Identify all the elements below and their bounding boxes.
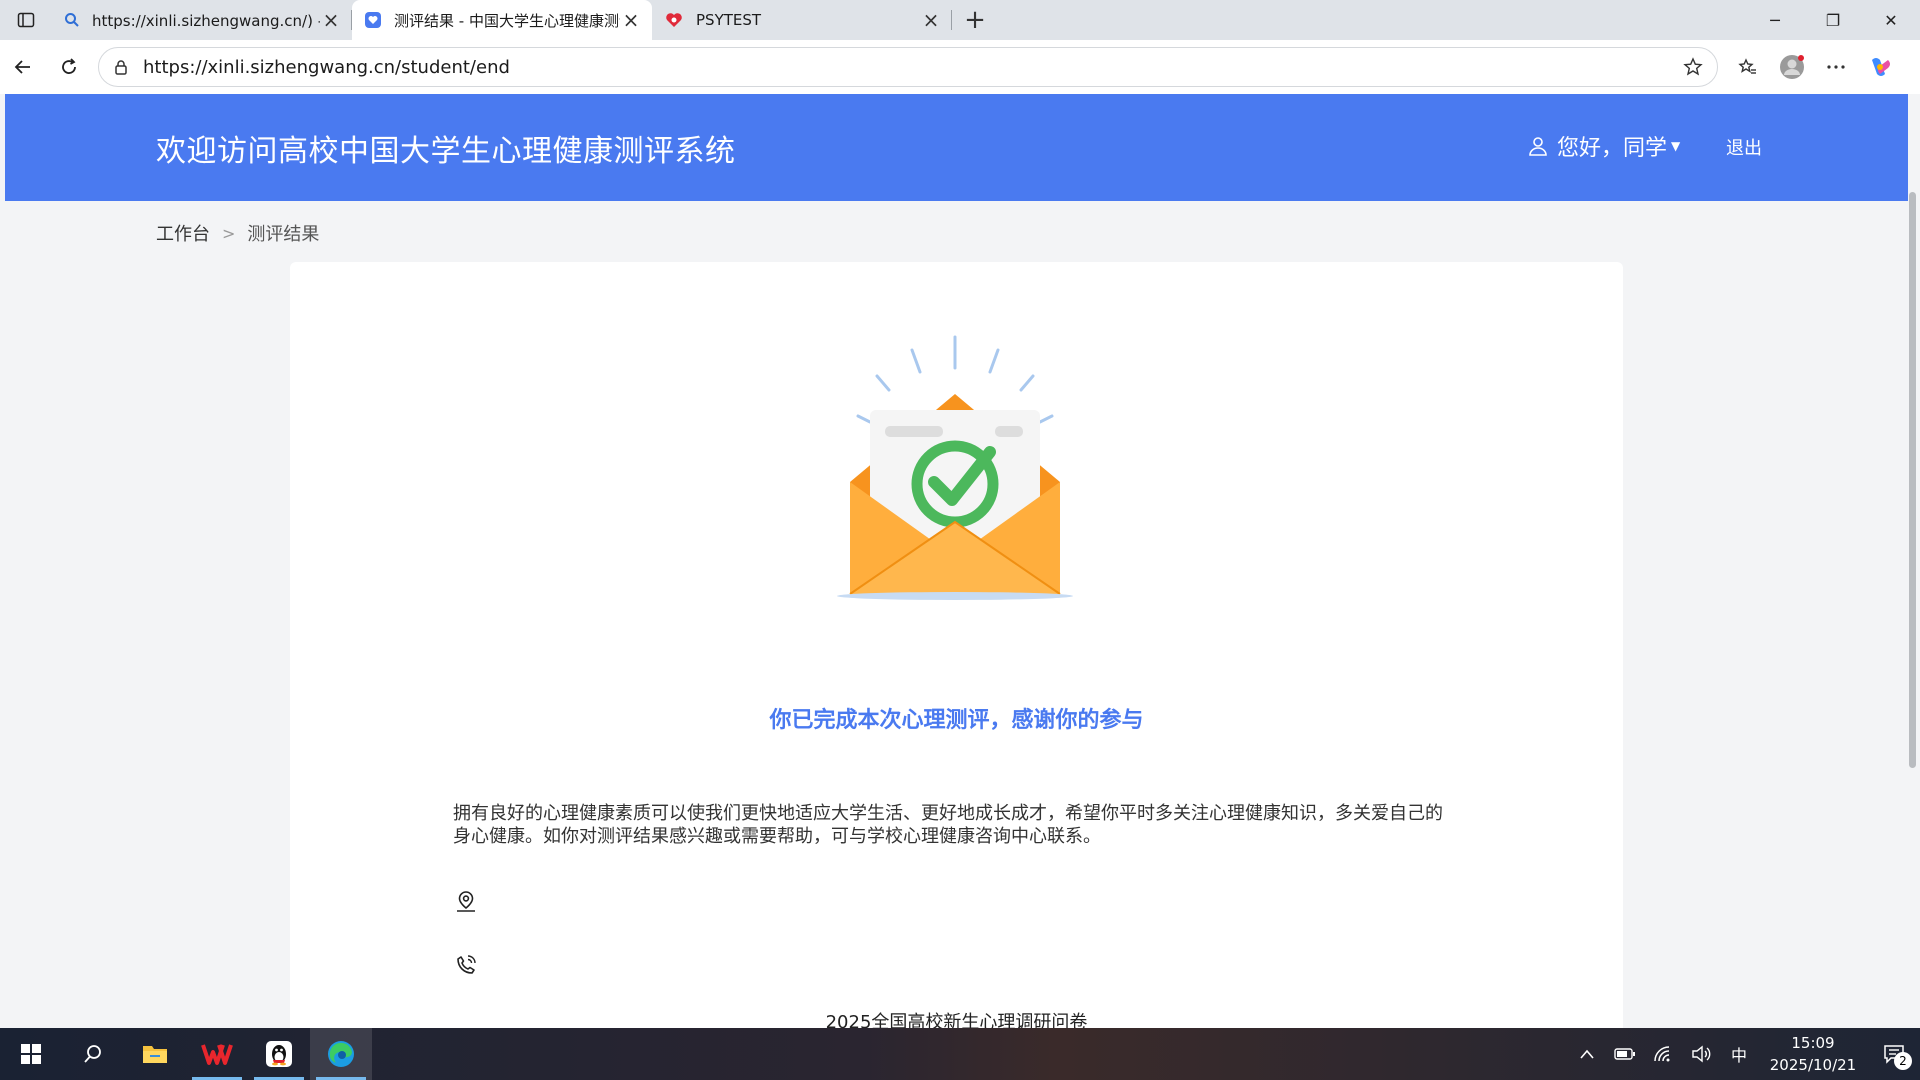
site-header: 欢迎访问高校中国大学生心理健康测评系统 您好，同学 ▼ 退出 <box>5 94 1908 201</box>
tab-panel-icon <box>17 12 35 28</box>
result-card: 你已完成本次心理测评，感谢你的参与 拥有良好的心理健康素质可以使我们更快地适应大… <box>290 262 1623 1028</box>
search-icon <box>65 13 79 27</box>
taskbar-clock[interactable]: 15:09 2025/10/21 <box>1758 1032 1868 1076</box>
breadcrumb-separator: > <box>222 223 236 243</box>
refresh-button[interactable] <box>46 44 92 90</box>
chevron-up-icon <box>1580 1049 1594 1059</box>
show-hidden-icons-button[interactable] <box>1568 1028 1606 1080</box>
tab-search[interactable]: https://xinli.sizhengwang.cn/) - 搜索 × <box>52 0 352 40</box>
minimize-button[interactable]: ─ <box>1746 0 1804 40</box>
battery-button[interactable] <box>1606 1028 1644 1080</box>
system-tray: 中 15:09 2025/10/21 2 <box>1568 1028 1920 1080</box>
address-url[interactable]: https://xinli.sizhengwang.cn/student/end <box>143 57 1683 78</box>
caret-down-icon[interactable]: ▼ <box>1671 139 1680 153</box>
tab-actions-button[interactable] <box>0 0 52 40</box>
back-button[interactable] <box>0 44 46 90</box>
start-button[interactable] <box>0 1028 62 1080</box>
tab-title: 测评结果 - 中国大学生心理健康测评系统 <box>394 11 620 30</box>
file-explorer-button[interactable] <box>124 1028 186 1080</box>
windows-taskbar: 中 15:09 2025/10/21 2 <box>0 1028 1920 1080</box>
refresh-icon <box>62 58 76 74</box>
location-icon <box>457 891 475 912</box>
window-controls: ─ ❐ ✕ <box>1746 0 1920 40</box>
breadcrumb-current: 测评结果 <box>247 224 320 245</box>
copilot-button[interactable] <box>1858 45 1902 89</box>
star-icon[interactable] <box>1683 57 1703 77</box>
windows-logo-icon <box>21 1044 41 1064</box>
user-icon <box>1529 137 1547 156</box>
notification-badge: 2 <box>1894 1052 1912 1070</box>
close-icon[interactable]: × <box>920 8 942 32</box>
clock-date: 2025/10/21 <box>1769 1056 1857 1074</box>
lock-icon[interactable] <box>113 59 129 75</box>
close-icon[interactable]: × <box>320 8 342 32</box>
breadcrumb: 工作台 > 测评结果 <box>156 220 319 246</box>
close-window-button[interactable]: ✕ <box>1862 0 1920 40</box>
edge-browser-button[interactable] <box>310 1028 372 1080</box>
wps-logo-icon <box>201 1044 233 1065</box>
more-options-button[interactable] <box>1814 45 1858 89</box>
speaker-icon <box>1692 1045 1711 1063</box>
battery-icon <box>1614 1048 1635 1060</box>
user-greeting[interactable]: 您好，同学 <box>1557 130 1667 162</box>
site-title: 欢迎访问高校中国大学生心理健康测评系统 <box>156 134 736 169</box>
search-icon <box>84 1045 101 1063</box>
browser-tools <box>1726 45 1902 89</box>
copilot-icon <box>1872 58 1890 76</box>
tab-title: PSYTEST <box>696 11 762 29</box>
restore-button[interactable]: ❐ <box>1804 0 1862 40</box>
tab-title: https://xinli.sizhengwang.cn/) - 搜索 <box>92 11 320 30</box>
tab-psytest[interactable]: PSYTEST × <box>652 0 952 40</box>
page-viewport: 欢迎访问高校中国大学生心理健康测评系统 您好，同学 ▼ 退出 工作台 > 测评结… <box>0 94 1920 1028</box>
wifi-icon <box>1654 1046 1670 1062</box>
qq-button[interactable] <box>248 1028 310 1080</box>
clock-time: 15:09 <box>1791 1034 1835 1052</box>
phone-icon <box>457 955 476 974</box>
address-bar[interactable]: https://xinli.sizhengwang.cn/student/end <box>98 47 1718 87</box>
notification-center-button[interactable]: 2 <box>1868 1028 1920 1080</box>
page-scrollbar[interactable] <box>1909 192 1916 768</box>
user-menu[interactable]: 您好，同学 ▼ <box>1527 130 1680 162</box>
edge-logo-icon <box>328 1041 354 1067</box>
profile-button[interactable] <box>1770 45 1814 89</box>
favorites-icon <box>1738 58 1756 74</box>
input-method-indicator[interactable]: 中 <box>1720 1028 1758 1080</box>
qq-penguin-icon <box>266 1041 292 1067</box>
folder-icon <box>143 1046 167 1063</box>
arrow-left-icon <box>14 60 30 74</box>
completion-message: 你已完成本次心理测评，感谢你的参与 <box>769 708 1144 733</box>
survey-name: 2025全国高校新生心理调研问卷 <box>825 1012 1088 1028</box>
browser-toolbar: https://xinli.sizhengwang.cn/student/end <box>0 40 1920 94</box>
browser-tab-bar: https://xinli.sizhengwang.cn/) - 搜索 × 测评… <box>0 0 1920 40</box>
network-button[interactable] <box>1644 1028 1682 1080</box>
taskbar-search-button[interactable] <box>62 1028 124 1080</box>
more-icon <box>1827 65 1845 69</box>
favorites-button[interactable] <box>1726 45 1770 89</box>
close-icon[interactable]: × <box>620 8 642 32</box>
wps-office-button[interactable] <box>186 1028 248 1080</box>
heart-shield-icon <box>365 12 381 28</box>
result-description: 拥有良好的心理健康素质可以使我们更快地适应大学生活、更好地成长成才，希望你平时多… <box>453 803 1443 847</box>
tab-divider <box>951 10 952 30</box>
volume-button[interactable] <box>1682 1028 1720 1080</box>
psytest-logo-icon <box>666 13 682 27</box>
avatar-icon <box>1780 55 1804 79</box>
new-tab-button[interactable]: + <box>952 0 998 40</box>
logout-link[interactable]: 退出 <box>1726 134 1762 160</box>
breadcrumb-workbench[interactable]: 工作台 <box>156 220 210 246</box>
tab-assessment-result[interactable]: 测评结果 - 中国大学生心理健康测评系统 × <box>352 0 652 40</box>
envelope-check-illustration <box>837 335 1073 600</box>
